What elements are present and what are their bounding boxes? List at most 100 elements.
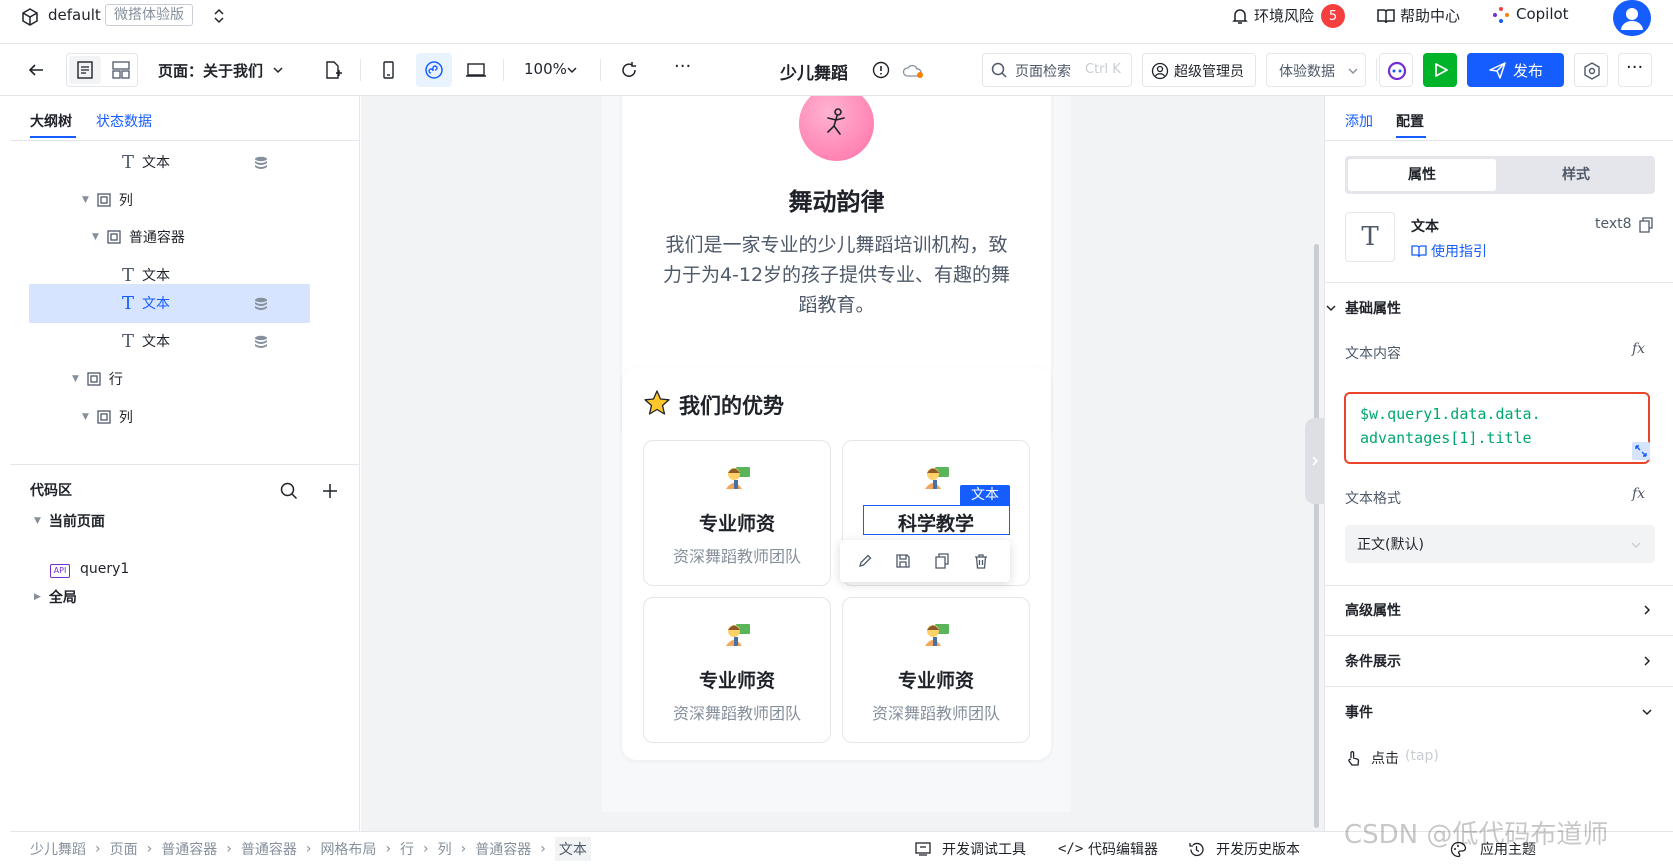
feature-card[interactable]: 专业师资 资深舞蹈教师团队 bbox=[643, 440, 831, 586]
copy-icon[interactable] bbox=[1638, 217, 1654, 233]
expand-editor-icon[interactable] bbox=[1632, 442, 1650, 460]
section-condition-display[interactable]: 条件展示 bbox=[1345, 651, 1401, 671]
expand-triangle-icon[interactable]: ▶ bbox=[34, 592, 41, 602]
devtools-link[interactable]: 开发调试工具 bbox=[942, 839, 1026, 859]
user-avatar[interactable] bbox=[1613, 0, 1651, 36]
code-group-current-page[interactable]: ▼ 当前页面 bbox=[34, 502, 105, 540]
page-selector[interactable]: 页面：关于我们 bbox=[158, 60, 263, 81]
history-icon[interactable] bbox=[1188, 841, 1205, 858]
tree-node-column[interactable]: ▼ 列 bbox=[82, 181, 133, 219]
expand-triangle-icon[interactable]: ▼ bbox=[34, 516, 41, 526]
super-admin-button[interactable]: 超级管理员 bbox=[1142, 53, 1256, 87]
expand-triangle-icon[interactable]: ▼ bbox=[82, 195, 89, 205]
switch-env-icon[interactable] bbox=[212, 7, 226, 25]
chevron-down-icon[interactable] bbox=[1325, 302, 1337, 314]
event-click-label[interactable]: 点击 bbox=[1371, 748, 1399, 768]
feature-card[interactable]: 专业师资 资深舞蹈教师团队 bbox=[842, 597, 1030, 743]
tree-node-text[interactable]: T 文本 bbox=[122, 143, 170, 181]
container-type-icon bbox=[107, 230, 121, 244]
page-view-icon[interactable] bbox=[69, 56, 101, 84]
collapse-right-panel-handle[interactable] bbox=[1305, 418, 1324, 504]
page-search-button[interactable]: 页面检索 Ctrl K bbox=[982, 53, 1132, 87]
tree-node-text[interactable]: T 文本 bbox=[122, 322, 170, 360]
code-item-query1[interactable]: query1 bbox=[80, 561, 129, 577]
tab-state-data[interactable]: 状态数据 bbox=[96, 111, 152, 131]
add-page-icon[interactable] bbox=[323, 60, 343, 80]
expand-triangle-icon[interactable]: ▼ bbox=[72, 374, 79, 384]
info-icon[interactable] bbox=[872, 61, 890, 79]
more-menu-button[interactable]: ··· bbox=[1618, 53, 1652, 87]
design-canvas[interactable]: 舞动韵律 我们是一家专业的少儿舞蹈培训机构，致 力于为4-12岁的孩子提供专业、… bbox=[361, 96, 1324, 831]
text-content-editor[interactable]: $w.query1.data.data. advantages[1].title bbox=[1344, 392, 1650, 464]
hero-desc-line: 我们是一家专业的少儿舞蹈培训机构，致 bbox=[665, 234, 1008, 256]
tree-node-text-selected[interactable]: T 文本 bbox=[122, 284, 170, 322]
book-icon[interactable] bbox=[1376, 6, 1396, 26]
breadcrumb-item[interactable]: 页面 bbox=[110, 839, 138, 859]
breadcrumb-item-current[interactable]: 文本 bbox=[554, 837, 591, 861]
search-icon[interactable] bbox=[280, 482, 298, 500]
section-basic-props[interactable]: 基础属性 bbox=[1345, 298, 1401, 318]
data-source-select[interactable]: 体验数据 bbox=[1266, 53, 1366, 87]
publish-button[interactable]: 发布 bbox=[1467, 53, 1564, 87]
refresh-icon[interactable] bbox=[619, 60, 639, 80]
edit-icon[interactable] bbox=[857, 553, 873, 569]
canvas-scrollbar[interactable] bbox=[1314, 244, 1319, 828]
breadcrumb-item[interactable]: 少儿舞蹈 bbox=[30, 839, 86, 859]
segment-properties[interactable]: 属性 bbox=[1348, 159, 1496, 191]
devtools-icon[interactable] bbox=[914, 841, 932, 857]
section-events[interactable]: 事件 bbox=[1345, 702, 1373, 722]
chevron-down-icon[interactable] bbox=[566, 64, 578, 76]
desktop-icon[interactable] bbox=[465, 60, 487, 80]
help-center-link[interactable]: 帮助中心 bbox=[1400, 5, 1460, 26]
tree-node-container[interactable]: ▼ 普通容器 bbox=[92, 218, 185, 256]
segment-styles[interactable]: 样式 bbox=[1500, 159, 1652, 191]
breadcrumb-item[interactable]: 普通容器 bbox=[161, 839, 217, 859]
breadcrumb-item[interactable]: 普通容器 bbox=[241, 839, 297, 859]
breadcrumb-item[interactable]: 行 bbox=[400, 839, 414, 859]
layout-view-icon[interactable] bbox=[105, 56, 137, 84]
expand-triangle-icon[interactable]: ▼ bbox=[82, 412, 89, 422]
save-icon[interactable] bbox=[895, 553, 911, 569]
chevron-down-icon[interactable] bbox=[272, 64, 284, 76]
env-name[interactable]: default bbox=[48, 6, 101, 24]
bell-icon[interactable] bbox=[1230, 6, 1250, 26]
expand-triangle-icon[interactable]: ▼ bbox=[92, 232, 99, 242]
usage-guide-link[interactable]: 使用指引 bbox=[1431, 241, 1487, 261]
env-risk-label[interactable]: 环境风险 bbox=[1254, 5, 1314, 26]
more-icon[interactable]: ··· bbox=[674, 56, 691, 77]
copilot-link[interactable]: Copilot bbox=[1516, 5, 1569, 23]
copy-icon[interactable] bbox=[934, 553, 950, 569]
run-preview-button[interactable] bbox=[1423, 53, 1457, 87]
fx-binding-icon[interactable]: fx bbox=[1632, 341, 1645, 357]
section-advanced-props[interactable]: 高级属性 bbox=[1345, 600, 1401, 620]
feature-card[interactable]: 专业师资 资深舞蹈教师团队 bbox=[643, 597, 831, 743]
miniprogram-icon[interactable] bbox=[416, 53, 452, 87]
code-editor-link[interactable]: 代码编辑器 bbox=[1088, 839, 1158, 859]
breadcrumb-item[interactable]: 列 bbox=[438, 839, 452, 859]
text-format-select[interactable]: 正文(默认) bbox=[1345, 525, 1655, 563]
mobile-icon[interactable] bbox=[378, 60, 398, 80]
feature-desc: 资深舞蹈教师团队 bbox=[871, 704, 1000, 723]
copilot-icon[interactable] bbox=[1491, 5, 1511, 25]
tree-node-column[interactable]: ▼ 列 bbox=[82, 398, 133, 436]
zoom-level[interactable]: 100% bbox=[524, 60, 567, 78]
code-editor-icon[interactable]: </> bbox=[1058, 841, 1083, 857]
tab-add[interactable]: 添加 bbox=[1345, 111, 1373, 131]
fx-binding-icon[interactable]: fx bbox=[1632, 486, 1645, 502]
back-arrow-icon[interactable] bbox=[26, 60, 46, 80]
tab-outline-tree[interactable]: 大纲树 bbox=[30, 111, 72, 131]
ai-assistant-button[interactable] bbox=[1379, 53, 1413, 87]
chevron-down-icon[interactable] bbox=[1641, 706, 1653, 718]
breadcrumb-item[interactable]: 网格布局 bbox=[320, 839, 376, 859]
code-group-global[interactable]: ▶ 全局 bbox=[34, 578, 77, 616]
settings-button[interactable] bbox=[1574, 53, 1608, 87]
tree-node-row[interactable]: ▼ 行 bbox=[72, 360, 123, 398]
selection-outline[interactable] bbox=[863, 505, 1010, 535]
add-icon[interactable] bbox=[322, 483, 338, 499]
chevron-right-icon[interactable] bbox=[1641, 604, 1653, 616]
history-link[interactable]: 开发历史版本 bbox=[1216, 839, 1300, 859]
chevron-right-icon[interactable] bbox=[1641, 655, 1653, 667]
delete-icon[interactable] bbox=[973, 553, 989, 569]
tab-config[interactable]: 配置 bbox=[1396, 111, 1424, 131]
breadcrumb-item[interactable]: 普通容器 bbox=[475, 839, 531, 859]
